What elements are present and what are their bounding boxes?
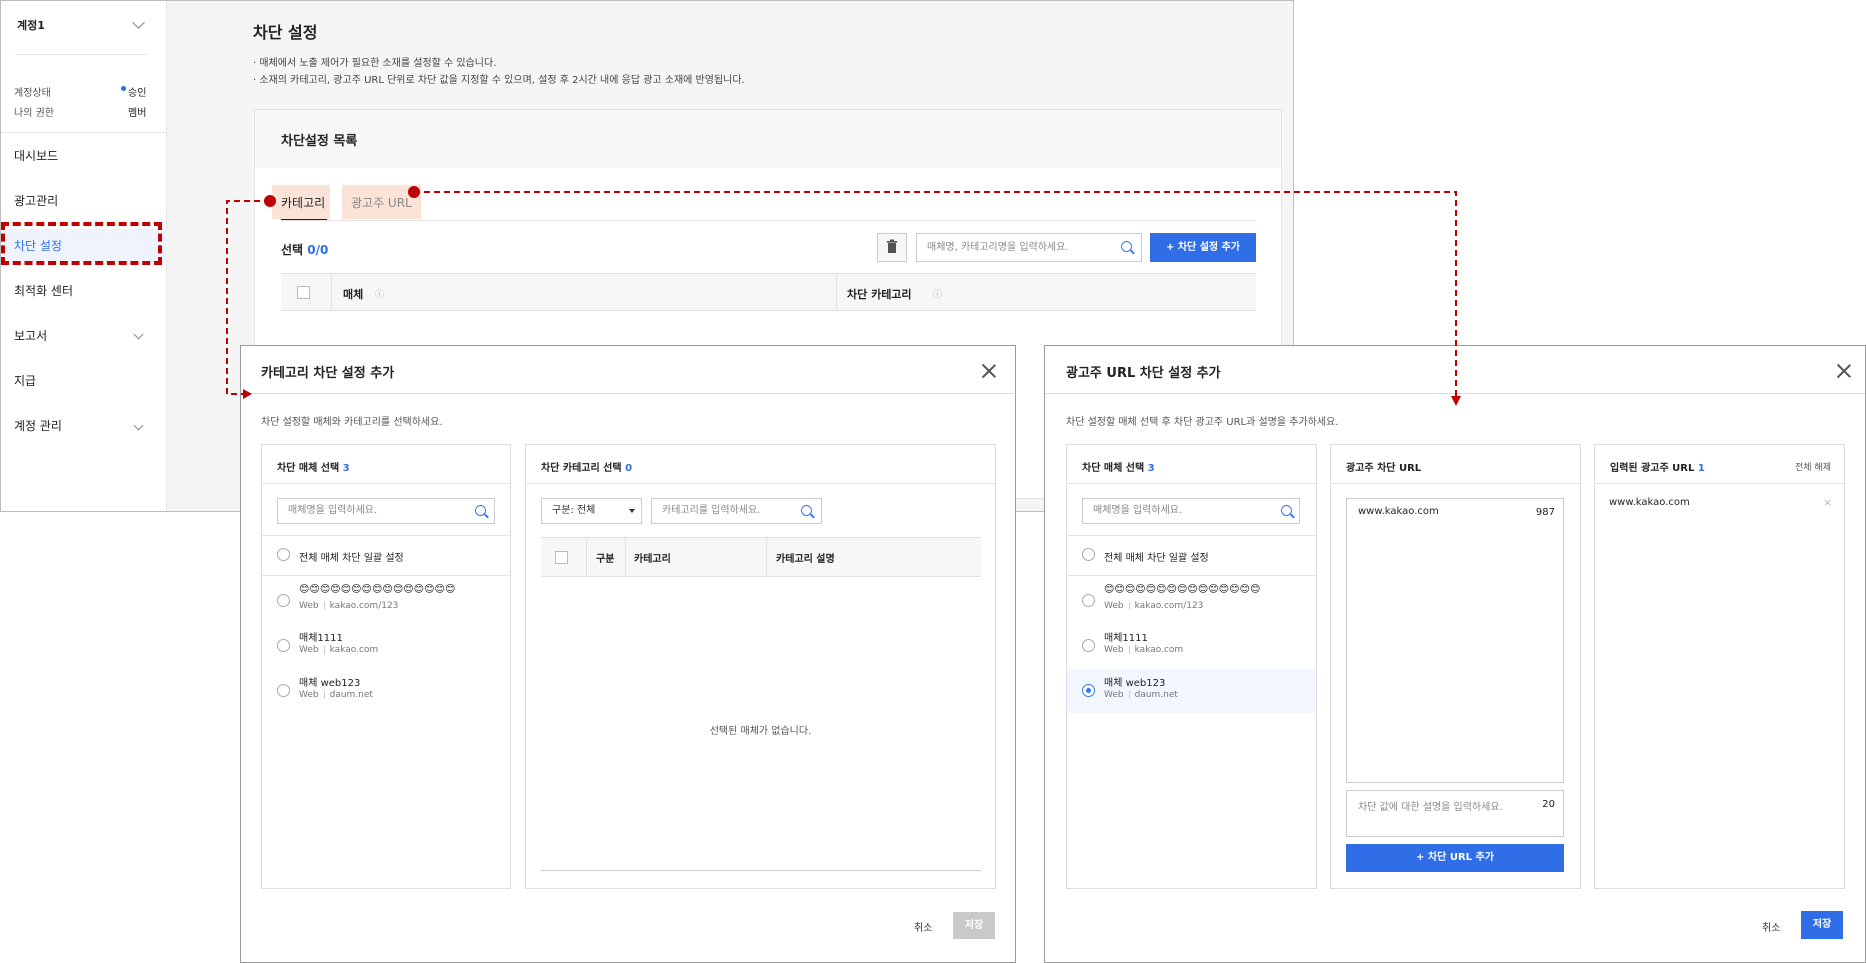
- annotation-arrowhead: [1451, 396, 1461, 406]
- annotation-dot: [408, 186, 420, 198]
- annotation-arrow-url: [414, 191, 1457, 398]
- annotation-arrows: [226, 186, 1461, 406]
- annotation-arrowhead: [243, 389, 252, 399]
- annotation-dot: [264, 195, 276, 207]
- annotation-arrow-category: [226, 200, 270, 395]
